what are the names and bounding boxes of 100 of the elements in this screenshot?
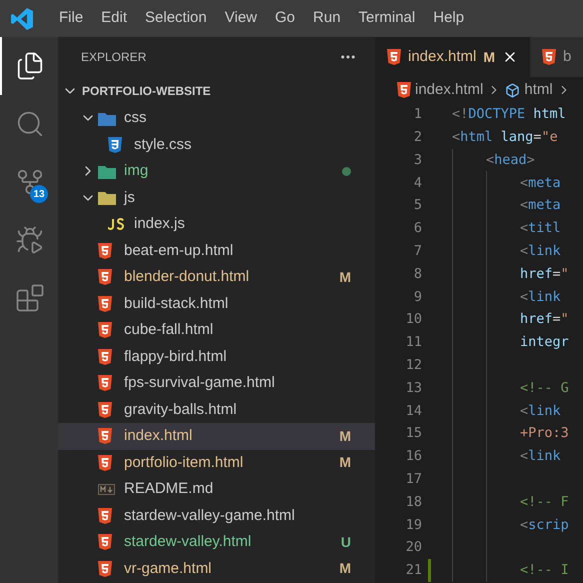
js-file-icon <box>108 218 124 230</box>
file-name: vr-game.html <box>124 558 212 578</box>
code-line: integr <box>520 333 569 352</box>
code-line: <scrip <box>520 516 569 535</box>
line-number: 14 <box>404 402 422 421</box>
file-tree-item[interactable]: index.html M <box>58 423 375 450</box>
file-name: index.js <box>134 214 185 234</box>
html-file-icon <box>98 375 112 392</box>
file-tree-item[interactable]: portfolio-item.html M <box>58 450 375 476</box>
folder-icon <box>98 110 116 126</box>
file-name: gravity-balls.html <box>124 400 237 420</box>
line-number: 3 <box>412 150 422 170</box>
line-number: 8 <box>412 264 422 284</box>
line-number: 21 <box>404 561 422 580</box>
source-control-icon <box>15 167 45 197</box>
menu-item[interactable]: Run <box>304 7 350 30</box>
menu-item[interactable]: Selection <box>136 7 216 30</box>
file-tree-item[interactable]: js <box>58 184 375 211</box>
file-name: js <box>124 188 135 208</box>
line-number: 18 <box>404 492 422 512</box>
git-status: U <box>340 532 351 552</box>
file-name: build-stack.html <box>124 294 228 314</box>
file-name: cube-fall.html <box>124 320 214 340</box>
code-line: <html lang="e <box>452 128 558 148</box>
line-number: 9 <box>412 288 422 307</box>
line-number: 4 <box>412 174 422 193</box>
file-tree-item[interactable]: fps-survival-game.html <box>58 370 375 396</box>
file-tree-item[interactable]: img <box>58 158 375 184</box>
html-file-icon <box>387 49 401 65</box>
html-file-icon <box>98 296 112 312</box>
menu-item[interactable]: Edit <box>92 7 136 30</box>
menu-item[interactable]: View <box>216 7 266 30</box>
file-name: stardew-valley-game.html <box>124 506 295 526</box>
file-tree-item[interactable]: build-stack.html <box>58 290 375 317</box>
html-file-icon <box>98 428 112 444</box>
file-tree-item[interactable]: gravity-balls.html <box>58 396 375 423</box>
breadcrumb-item[interactable]: index.html <box>415 78 484 102</box>
activity-button[interactable]: 13 <box>0 153 58 211</box>
html-file-icon <box>98 560 112 577</box>
file-name: index.html <box>124 426 192 446</box>
git-status: M <box>483 48 496 66</box>
html-file-icon <box>98 269 112 286</box>
folder-header[interactable]: PORTFOLIO-WEBSITE <box>58 77 375 105</box>
app-logo-icon <box>10 6 34 30</box>
menu-item[interactable]: File <box>50 7 92 30</box>
code-line: <head> <box>486 150 535 170</box>
file-tree-item[interactable]: beat-em-up.html <box>58 238 375 264</box>
code-line: <!DOCTYPE html <box>452 105 566 124</box>
files-icon <box>15 51 45 81</box>
code-line: <meta <box>520 174 561 193</box>
line-number: 19 <box>404 516 422 535</box>
breadcrumb-item[interactable]: html <box>524 78 553 102</box>
sidebar-title: EXPLORER <box>81 49 146 66</box>
code-line: <meta <box>520 196 561 216</box>
line-number: 6 <box>412 219 422 238</box>
folder-icon <box>98 190 116 206</box>
element-icon <box>505 82 520 98</box>
menu-item[interactable]: Help <box>424 7 474 30</box>
file-name: README.md <box>124 479 214 499</box>
file-tree-item[interactable]: README.md <box>58 476 375 502</box>
git-status: M <box>339 559 351 578</box>
folder-name: PORTFOLIO-WEBSITE <box>82 83 211 100</box>
line-number: 11 <box>404 333 422 352</box>
file-tree-item[interactable]: stardew-valley-game.html <box>58 502 375 529</box>
file-tree-item[interactable]: cube-fall.html <box>58 317 375 344</box>
line-number: 13 <box>404 378 422 398</box>
editor-tab[interactable]: b <box>530 37 583 77</box>
folder-icon <box>98 164 116 179</box>
run-debug-icon <box>15 225 45 255</box>
code-line: <titl <box>520 219 561 238</box>
file-tree-item[interactable]: style.css <box>58 132 375 158</box>
html-file-icon <box>98 348 112 365</box>
html-file-icon <box>542 49 556 65</box>
file-name: blender-donut.html <box>124 267 250 287</box>
editor-tab[interactable]: index.html M <box>375 37 530 77</box>
html-file-icon <box>98 534 112 550</box>
file-tree-item[interactable]: stardew-valley.html U <box>58 529 375 556</box>
menu-item[interactable]: Go <box>266 7 304 30</box>
line-number: 10 <box>404 310 422 330</box>
file-name: fps-survival-game.html <box>124 373 275 393</box>
file-name: portfolio-item.html <box>124 452 244 472</box>
code-line: +Pro:3 <box>520 424 569 444</box>
git-status: M <box>339 453 351 472</box>
file-tree-item[interactable]: vr-game.html M <box>58 556 375 582</box>
file-tree-item[interactable]: index.js <box>58 211 375 238</box>
file-tree-item[interactable]: blender-donut.html M <box>58 264 375 290</box>
line-number: 2 <box>412 128 422 148</box>
html-file-icon <box>397 82 411 98</box>
html-file-icon <box>98 508 112 524</box>
code-line: <!-- F <box>520 492 569 512</box>
code-line: <!-- G <box>520 378 569 398</box>
line-number: 12 <box>404 356 422 376</box>
file-tree-item[interactable]: flappy-bird.html <box>58 344 375 370</box>
file-tree-item[interactable]: css <box>58 105 375 132</box>
code-line: href=" <box>520 310 569 330</box>
menu-item[interactable]: Terminal <box>350 7 424 30</box>
git-status: M <box>339 426 351 446</box>
line-number: 5 <box>412 196 422 216</box>
html-file-icon <box>98 242 112 259</box>
line-number: 1 <box>412 105 422 124</box>
